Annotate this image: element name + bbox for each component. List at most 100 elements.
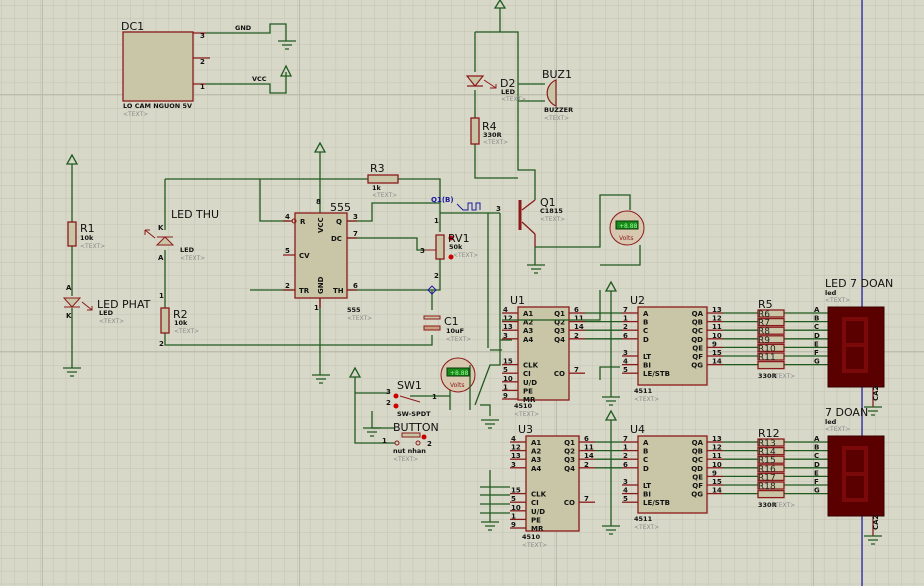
pin-number: 4 [511, 435, 516, 443]
pin-name: LT [643, 482, 651, 490]
pin-number: 2 [623, 323, 628, 331]
pin-name: A1 [523, 310, 533, 318]
voltmeter-q1[interactable]: +8.88 Volts [609, 210, 645, 246]
segment-pin-label: D [814, 461, 820, 469]
pin-number: 1 [511, 512, 516, 520]
pin-name: LT [643, 353, 651, 361]
pin-number: 7 [584, 495, 589, 503]
pin-number: 3 [503, 332, 508, 340]
pin-name: B [643, 448, 648, 456]
segment-pin-label: G [814, 358, 820, 366]
pin-number: 15 [503, 358, 513, 366]
pin-number: 8 [316, 198, 321, 206]
timer-ref: 555 [330, 201, 351, 214]
pin-name: QG [691, 491, 703, 499]
pin-number: 2 [584, 461, 589, 469]
pin-name: LE/STB [643, 499, 670, 507]
pin-number: 14 [712, 487, 722, 495]
text-placeholder: <TEXT> [540, 216, 565, 223]
pin-name: Q4 [554, 336, 565, 344]
led-thu-ref: LED THU [171, 208, 219, 221]
pin-name: QB [692, 319, 703, 327]
led-phat-value: LED [99, 309, 114, 317]
pin-name: QD [691, 336, 703, 344]
pin-name: A3 [523, 327, 533, 335]
pin-number: 1 [200, 83, 205, 91]
pin-name: CLK [531, 491, 547, 499]
pin-number: 5 [623, 366, 628, 374]
schematic-canvas[interactable]: DC1 3 2 1 LO CAM NGUON 5V <TEXT> GND VCC… [0, 0, 924, 586]
pin-number: 1 [503, 383, 508, 391]
pin-number: 6 [353, 282, 358, 290]
pin-number: 2 [200, 58, 205, 66]
text-placeholder: <TEXT> [770, 373, 795, 380]
pin-name: CO [554, 370, 565, 378]
segment-pin-label: B [814, 315, 819, 323]
pin-number: 9 [712, 340, 717, 348]
sw1-ref: SW1 [397, 379, 422, 392]
pin-number: 1 [623, 315, 628, 323]
pin-number: 10 [712, 332, 722, 340]
text-placeholder: <TEXT> [372, 192, 397, 199]
pin-name: A [643, 439, 649, 447]
chip-value: 4510 [522, 533, 541, 541]
text-placeholder: <TEXT> [514, 411, 539, 418]
text-placeholder: <TEXT> [453, 252, 478, 259]
pin-number: 15 [712, 478, 722, 486]
q1-value: C1815 [540, 207, 563, 215]
pin-name: C [643, 327, 648, 335]
pin-number: 4 [503, 306, 508, 314]
pin-name: CO [564, 499, 575, 507]
pin-number: 1 [434, 217, 439, 225]
net-label-vcc: VCC [252, 75, 267, 83]
text-placeholder: <TEXT> [123, 111, 148, 118]
pin-name: CI [523, 370, 531, 378]
pin-number: 6 [623, 461, 628, 469]
chip-value: 4511 [634, 387, 653, 395]
pin-name: Q1 [554, 310, 565, 318]
voltmeter-reading: +8.88 [619, 223, 638, 230]
segment-pin-label: G [814, 487, 820, 495]
pin-label: K [158, 224, 164, 232]
segment-pin-label: A [814, 435, 820, 443]
pin-number: 5 [285, 247, 290, 255]
pin-number: 3 [496, 205, 501, 213]
text-placeholder: <TEXT> [347, 315, 372, 322]
dc1-value: LO CAM NGUON 5V [123, 102, 192, 110]
pin-number: 2 [574, 332, 579, 340]
pin-name: MR [523, 396, 536, 404]
text-placeholder: <TEXT> [522, 542, 547, 549]
pin-number: 3 [200, 32, 205, 40]
pin-number: 11 [584, 444, 594, 452]
pin-number: 10 [503, 375, 513, 383]
pin-number: 5 [623, 495, 628, 503]
pin-name: QG [691, 362, 703, 370]
text-placeholder: <TEXT> [80, 243, 105, 250]
pin-number: 11 [712, 323, 722, 331]
pin-number: 3 [623, 349, 628, 357]
pin-name: LE/STB [643, 370, 670, 378]
segment-pin-label: C [814, 323, 819, 331]
segment-pin-label: F [814, 349, 819, 357]
voltmeter-unit: Volts [450, 382, 464, 389]
pin-label: A [158, 254, 164, 262]
pin-name: TH [333, 287, 344, 295]
pin-number: 7 [353, 230, 358, 238]
pin-name: Q [336, 218, 342, 226]
common-pin-label: CA2 [872, 385, 880, 401]
pin-name: Q2 [564, 448, 575, 456]
pin-number: 3 [386, 388, 391, 396]
pin-number: 15 [511, 487, 521, 495]
pin-number: 6 [584, 435, 589, 443]
pin-number: 5 [503, 366, 508, 374]
pin-name: MR [531, 525, 544, 533]
pin-name: Q3 [554, 327, 565, 335]
pin-number: 4 [623, 487, 628, 495]
pin-number: 9 [712, 469, 717, 477]
pin-number: 14 [712, 358, 722, 366]
pin-name: QD [691, 465, 703, 473]
pin-number: 5 [511, 495, 516, 503]
segment-pin-label: D [814, 332, 820, 340]
chip-ref: U4 [630, 423, 645, 436]
probe-label: Q1(B) [431, 196, 454, 204]
